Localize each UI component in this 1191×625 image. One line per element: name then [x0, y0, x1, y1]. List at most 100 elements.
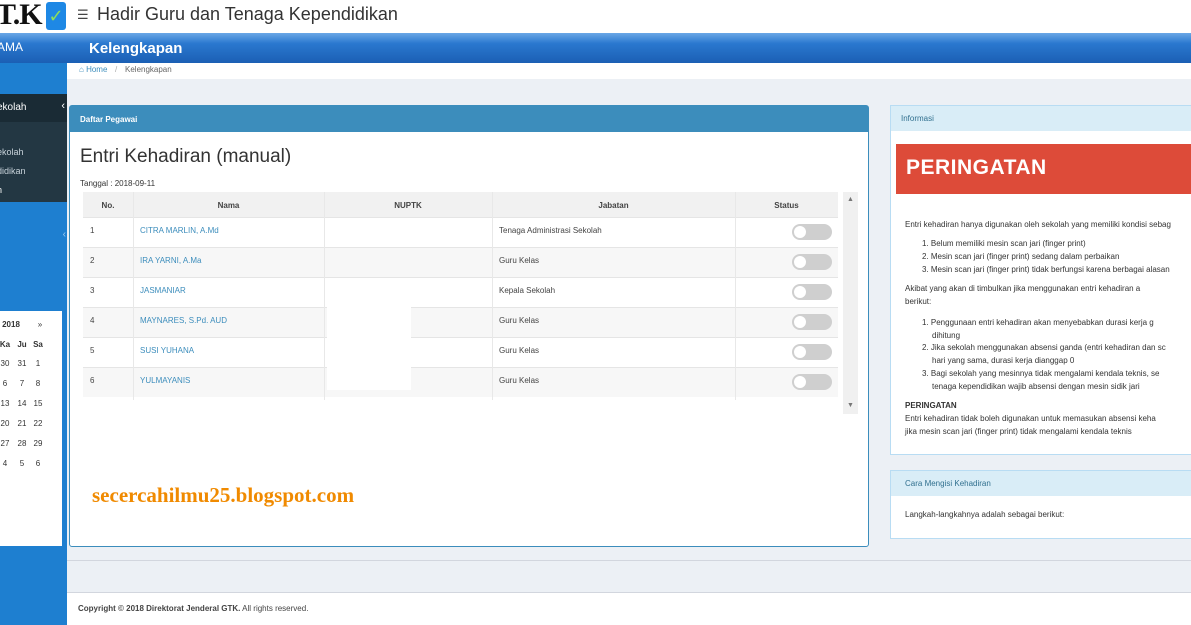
calendar-day[interactable]: 28 — [15, 439, 29, 448]
warning-text-cont: jika mesin scan jari (finger print) tida… — [905, 427, 1132, 436]
info-panel-header: Informasi — [891, 106, 1191, 131]
column-header-jabatan: Jabatan — [598, 201, 629, 210]
column-header-nama: Nama — [217, 201, 240, 210]
table-row: 5 SUSI YUHANA Guru Kelas — [83, 337, 838, 367]
calendar-weekday: Ka — [0, 340, 11, 349]
footer: Copyright © 2018 Direktorat Jenderal GTK… — [67, 592, 1191, 625]
sidebar-subitem-sekolah[interactable]: ekolah — [0, 147, 24, 157]
sidebar-subitem-kependidikan[interactable]: didikan — [0, 166, 26, 176]
table-row: 6 YULMAYANIS Guru Kelas — [83, 367, 838, 397]
calendar-weekday: Ju — [17, 340, 27, 349]
table-scrollbar[interactable]: ▲ ▼ — [843, 192, 858, 414]
cell-nama[interactable]: IRA YARNI, A.Ma — [140, 256, 202, 265]
cell-nama[interactable]: MAYNARES, S.Pd. AUD — [140, 316, 227, 325]
calendar-day[interactable]: 15 — [31, 399, 45, 408]
consequence-item-cont: tenaga kependidikan wajib absensi dengan… — [932, 382, 1140, 391]
status-toggle[interactable] — [792, 224, 832, 240]
column-divider — [133, 192, 134, 400]
status-toggle[interactable] — [792, 374, 832, 390]
condition-item: 1. Belum memiliki mesin scan jari (finge… — [922, 239, 1086, 248]
calendar-day[interactable]: 29 — [31, 439, 45, 448]
calendar-day[interactable]: 7 — [15, 379, 29, 388]
info-panel: Informasi PERINGATAN Entri kehadiran han… — [890, 105, 1191, 455]
consequence-intro: Akibat yang akan di timbulkan jika mengg… — [905, 284, 1141, 293]
calendar-day[interactable]: 20 — [0, 419, 12, 428]
attendance-table: No. Nama NUPTK Jabatan Status 1 CITRA MA… — [83, 192, 838, 400]
calendar-day[interactable]: 4 — [0, 459, 12, 468]
breadcrumb-home-link[interactable]: ⌂ Home — [79, 65, 107, 74]
calendar-day[interactable]: 8 — [31, 379, 45, 388]
breadcrumb-home-label: Home — [86, 65, 108, 74]
calendar-day[interactable]: 21 — [15, 419, 29, 428]
status-toggle[interactable] — [792, 344, 832, 360]
sidebar-submenu: ekolah didikan n — [0, 122, 67, 202]
logo-check-icon: ✓ — [46, 2, 66, 30]
cell-no: 2 — [90, 256, 95, 265]
calendar-day[interactable]: 31 — [15, 359, 29, 368]
cell-nama[interactable]: YULMAYANIS — [140, 376, 190, 385]
cell-nama[interactable]: CITRA MARLIN, A.Md — [140, 226, 219, 235]
hamburger-icon[interactable]: ☰ — [77, 8, 89, 23]
cell-nama[interactable]: JASMANIAR — [140, 286, 186, 295]
warning-banner: PERINGATAN — [896, 144, 1191, 194]
cell-jabatan: Kepala Sekolah — [499, 286, 556, 295]
calendar-day[interactable]: 6 — [0, 379, 12, 388]
consequence-item-cont: hari yang sama, durasi kerja dianggap 0 — [932, 356, 1075, 365]
sidebar: ekolah ‹ ekolah didikan n ‹ 2018 » Ka Ju… — [0, 63, 67, 625]
cell-nama[interactable]: SUSI YUHANA — [140, 346, 194, 355]
calendar-day[interactable]: 1 — [31, 359, 45, 368]
status-toggle[interactable] — [792, 254, 832, 270]
calendar-day[interactable]: 6 — [31, 459, 45, 468]
page-title-band: AMA Kelengkapan — [0, 33, 1191, 63]
calendar-day[interactable]: 30 — [0, 359, 12, 368]
sidebar-subitem-active[interactable]: n — [0, 185, 2, 195]
column-header-no: No. — [101, 201, 115, 210]
cell-jabatan: Guru Kelas — [499, 316, 540, 325]
consequence-item: 3. Bagi sekolah yang mesinnya tidak meng… — [922, 369, 1160, 378]
calendar-day[interactable]: 22 — [31, 419, 45, 428]
calendar-day[interactable]: 13 — [0, 399, 12, 408]
employee-list-panel: Daftar Pegawai Entri Kehadiran (manual) … — [69, 105, 869, 547]
howto-panel: Cara Mengisi Kehadiran Langkah-langkahny… — [890, 470, 1191, 539]
table-header: No. Nama NUPTK Jabatan Status — [83, 192, 838, 217]
sidebar-item-sekolah[interactable]: ekolah ‹ — [0, 94, 67, 122]
calendar-day[interactable]: 14 — [15, 399, 29, 408]
cell-no: 6 — [90, 376, 95, 385]
content-bottom-strip — [67, 560, 1191, 592]
calendar-weekday: Sa — [33, 340, 43, 349]
calendar-day[interactable]: 27 — [0, 439, 12, 448]
column-header-nuptk: NUPTK — [394, 201, 422, 210]
sidebar-collapse-icon[interactable]: ‹ — [63, 229, 66, 240]
cell-no: 3 — [90, 286, 95, 295]
logo-text: T.K — [0, 0, 43, 31]
scroll-down-icon[interactable]: ▼ — [847, 402, 854, 409]
cell-jabatan: Guru Kelas — [499, 346, 540, 355]
status-toggle[interactable] — [792, 284, 832, 300]
calendar-year[interactable]: 2018 — [0, 320, 22, 329]
cell-jabatan: Guru Kelas — [499, 376, 540, 385]
nuptk-redaction — [327, 306, 411, 390]
table-row: 4 MAYNARES, S.Pd. AUD Guru Kelas — [83, 307, 838, 337]
column-divider — [492, 192, 493, 400]
cell-jabatan: Guru Kelas — [499, 256, 540, 265]
condition-item: 2. Mesin scan jari (finger print) sedang… — [922, 252, 1120, 261]
table-row: 1 CITRA MARLIN, A.Md Tenaga Administrasi… — [83, 217, 838, 247]
howto-panel-header: Cara Mengisi Kehadiran — [891, 471, 1191, 496]
cell-no: 5 — [90, 346, 95, 355]
sidebar-item-label: ekolah — [0, 102, 27, 113]
app-title: Hadir Guru dan Tenaga Kependidikan — [97, 4, 398, 24]
cell-no: 1 — [90, 226, 95, 235]
calendar-day[interactable]: 5 — [15, 459, 29, 468]
column-header-status: Status — [774, 201, 799, 210]
table-row: 3 JASMANIAR Kepala Sekolah — [83, 277, 838, 307]
consequence-intro-cont: berikut: — [905, 297, 932, 306]
calendar-next-button[interactable]: » — [33, 320, 47, 329]
home-icon: ⌂ — [79, 65, 84, 74]
copyright-text: Copyright © 2018 Direktorat Jenderal GTK… — [78, 604, 308, 613]
status-toggle[interactable] — [792, 314, 832, 330]
blog-watermark: secercahilmu25.blogspot.com — [92, 483, 355, 507]
scroll-up-icon[interactable]: ▲ — [847, 196, 854, 203]
breadcrumb: ⌂ Home / Kelengkapan — [67, 63, 1191, 79]
app-logo[interactable]: T.K ✓ — [0, 0, 67, 33]
copyright-suffix: All rights reserved. — [240, 604, 309, 613]
